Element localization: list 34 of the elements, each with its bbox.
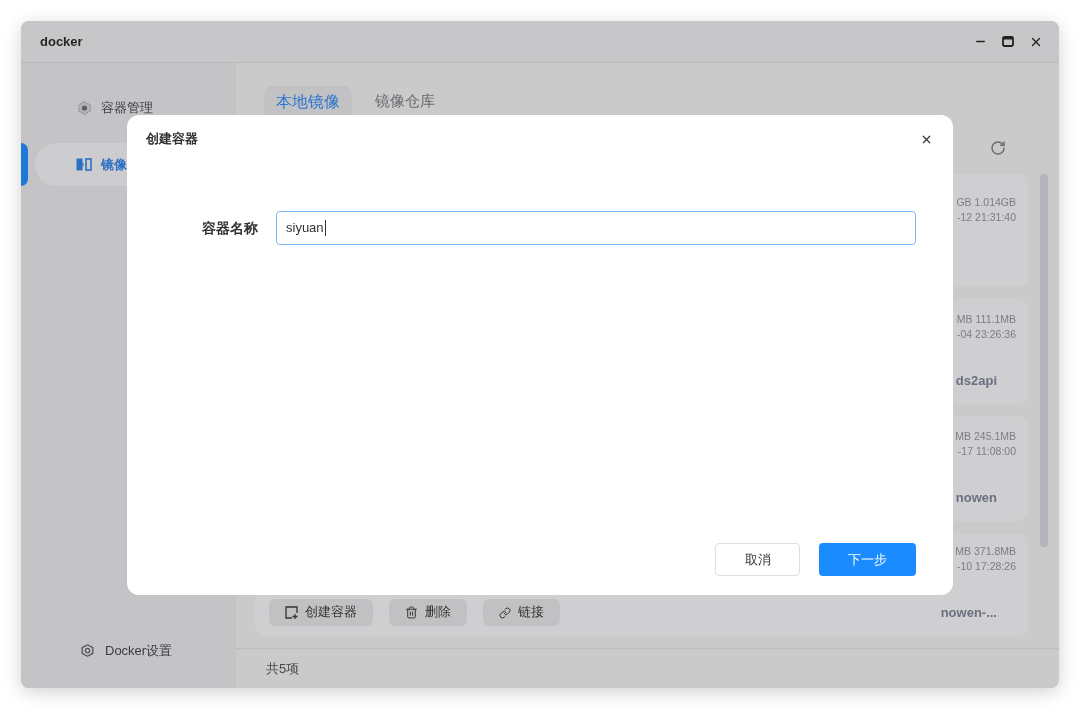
size-text: GB 1.014GB [956, 195, 1017, 210]
action-button[interactable]: 链接 [483, 599, 560, 626]
split-panel-icon [76, 158, 92, 171]
image-name: nowen [955, 488, 998, 507]
item-count: 共5项 [266, 659, 300, 678]
dialog-title: 创建容器 [146, 130, 198, 149]
sidebar-item[interactable]: 容器管理 [78, 97, 153, 118]
size-text: MB 111.1MB [956, 312, 1017, 327]
settings-item[interactable]: Docker设置 [81, 640, 173, 660]
date-text: -17 11:08:00 [957, 444, 1017, 459]
action-button[interactable]: 创建容器 [269, 599, 373, 626]
size-text: MB 371.8MB [955, 544, 1017, 559]
trash-icon [405, 606, 418, 619]
action-button[interactable]: 删除 [389, 599, 467, 626]
window-title: docker [40, 32, 83, 51]
image-name: ds2api [955, 371, 998, 390]
cancel-button[interactable]: 取消 [715, 543, 800, 576]
next-button[interactable]: 下一步 [819, 543, 916, 576]
text-cursor [324, 220, 326, 236]
image-name: nowen-... [940, 603, 998, 622]
tab[interactable]: 镜像仓库 [375, 91, 435, 111]
hexagon-icon [78, 100, 91, 115]
square-plus-icon [285, 606, 298, 619]
size-text: MB 245.1MB [955, 429, 1017, 444]
settings-icon [81, 643, 94, 657]
date-text: -10 17:28:26 [957, 559, 1017, 574]
name-input-field[interactable]: siyuan [276, 211, 916, 245]
link-icon [499, 606, 511, 619]
maximize-icon[interactable] [1002, 36, 1014, 47]
field-label: 容器名称 [202, 218, 258, 238]
refresh-icon[interactable] [990, 139, 1006, 156]
date-text: -04 23:26:36 [957, 327, 1017, 342]
selected-indicator [21, 143, 28, 186]
date-text: -12 21:31:40 [957, 210, 1017, 225]
